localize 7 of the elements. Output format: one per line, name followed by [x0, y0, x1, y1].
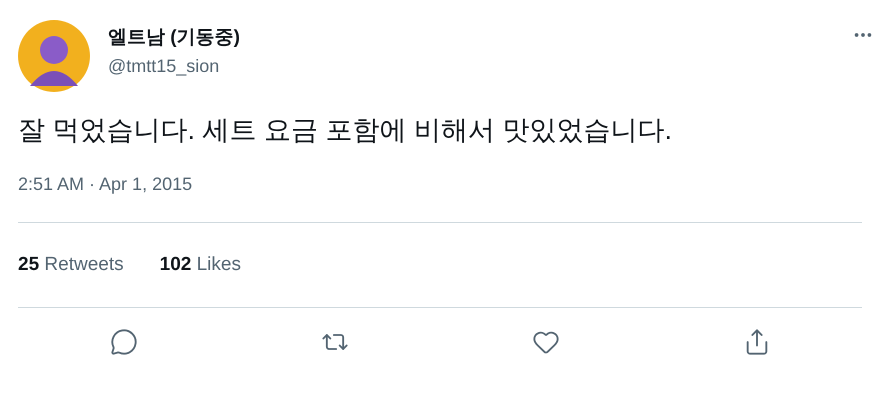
author-handle: @tmtt15_sion [108, 55, 220, 78]
avatar [18, 20, 90, 92]
author-name: 엘트남 (기동중) [108, 26, 240, 50]
tweet-text: 잘 먹었습니다. 세트 요금 포함에 비해서 맛있었습니다. [18, 114, 674, 147]
stat-link[interactable]: 25 Retweets [18, 253, 124, 277]
tweet-time: 2:51 AM · Apr 1, 2015 [18, 173, 194, 196]
stat-link[interactable]: 102 Likes [160, 253, 241, 277]
